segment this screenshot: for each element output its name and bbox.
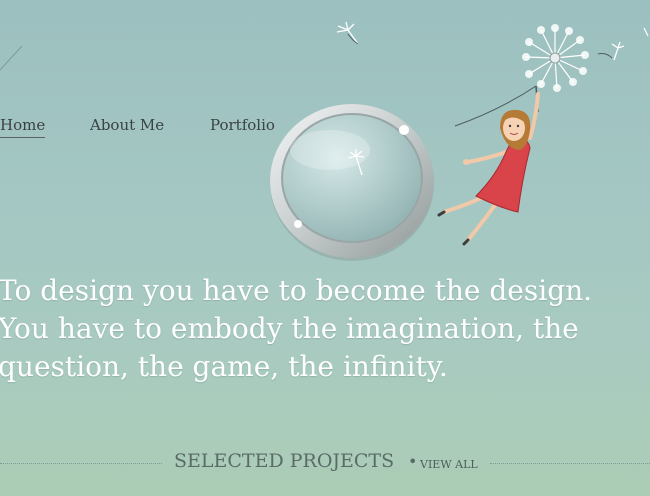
- dandelion-seed-icon: [597, 41, 625, 61]
- divider-line: [490, 463, 650, 464]
- nav-item-portfolio[interactable]: Portfolio: [210, 116, 275, 134]
- magnifier-icon: [270, 104, 434, 261]
- tagline-line: question, the game, the infinity.: [0, 350, 448, 383]
- hero-tagline: To design you have to become the design.…: [0, 272, 638, 386]
- view-all-link[interactable]: VIEW ALL: [420, 458, 478, 471]
- hero-illustration: [0, 21, 649, 261]
- nav-item-about-me[interactable]: About Me: [90, 116, 164, 134]
- divider-line: [0, 463, 162, 464]
- tagline-line: You have to embody the imagination, the: [0, 312, 579, 345]
- separator-dot: •: [408, 452, 418, 471]
- dandelion-seed-icon: [336, 21, 359, 45]
- dandelion-icon: [454, 24, 589, 127]
- nav-item-home[interactable]: Home: [0, 116, 46, 138]
- girl-illustration: [437, 92, 540, 246]
- tagline-line: To design you have to become the design.: [0, 274, 593, 307]
- selected-projects-title: SELECTED PROJECTS: [174, 450, 395, 472]
